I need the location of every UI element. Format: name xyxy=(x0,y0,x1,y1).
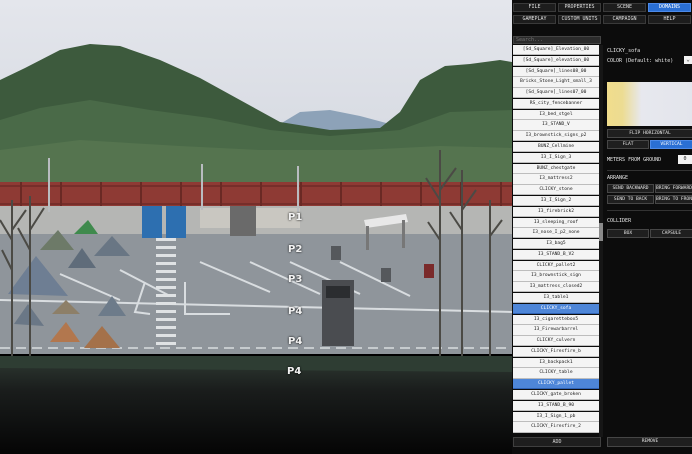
list-item[interactable]: [Sd_Square]_elevation_00 xyxy=(513,55,599,66)
scene-viewport[interactable]: P1 P2 P3 P4 P4 P4 xyxy=(0,0,512,454)
menu-scene-button[interactable]: SCENE xyxy=(603,3,646,12)
list-item[interactable]: I3_cigarettebox5 xyxy=(513,314,599,325)
menu-help-button[interactable]: HELP xyxy=(648,15,691,24)
level-editor: P1 P2 P3 P4 P4 P4 FILE PROPERTIES SCENE … xyxy=(0,0,692,454)
flat-button[interactable]: FLAT xyxy=(607,140,649,149)
porta-potty xyxy=(142,206,162,238)
parking-label-p3: P3 xyxy=(288,274,303,285)
porta-potty xyxy=(166,206,186,238)
add-button[interactable]: ADD xyxy=(513,437,601,447)
parking-label-p4: P4 xyxy=(287,366,302,377)
list-item[interactable]: I3_I_Sign_2 xyxy=(513,195,599,207)
parking-label-p4: P4 xyxy=(288,336,303,347)
search-input[interactable] xyxy=(513,36,601,44)
parking-lot xyxy=(0,234,512,354)
list-item[interactable]: I3_brownstick_signs_p2 xyxy=(513,131,599,142)
list-item[interactable]: CLICKY_Firesfire_2 xyxy=(513,422,599,433)
menu-properties-button[interactable]: PROPERTIES xyxy=(558,3,601,12)
barrel xyxy=(331,246,341,260)
list-item[interactable]: [Sd_Square]_lines08_00 xyxy=(513,66,599,77)
list-item[interactable]: CLICKY_stone xyxy=(513,185,599,196)
color-dropdown-button[interactable]: ⌄ xyxy=(684,56,692,64)
menu-row-2: GAMEPLAY CUSTOM UNITS CAMPAIGN HELP xyxy=(512,14,692,25)
list-item[interactable]: [Sd_Square]_lines07_00 xyxy=(513,88,599,99)
collider-label: COLLIDER xyxy=(607,218,632,224)
list-item[interactable]: CLICKY_pallet xyxy=(513,379,599,390)
barrel xyxy=(424,264,434,278)
menu-file-button[interactable]: FILE xyxy=(513,3,556,12)
parking-label-p4: P4 xyxy=(288,306,303,317)
barrel xyxy=(381,268,391,282)
gate xyxy=(230,206,256,236)
object-name-label: CLICKY_sofa xyxy=(607,48,641,54)
menu-gameplay-button[interactable]: GAMEPLAY xyxy=(513,15,556,24)
list-item[interactable]: CLICKY_culvern xyxy=(513,336,599,347)
parking-label-p1: P1 xyxy=(288,212,303,223)
divider xyxy=(607,210,692,211)
list-item[interactable]: I3_bag5 xyxy=(513,239,599,250)
editor-panel: FILE PROPERTIES SCENE DOMAINS GAMEPLAY C… xyxy=(512,0,692,454)
list-item[interactable]: BUNZ_chestgate xyxy=(513,163,599,174)
vertical-button[interactable]: VERTICAL xyxy=(650,140,692,149)
chevron-down-icon: ⌄ xyxy=(686,56,690,63)
list-item[interactable]: CLICKY_Firesfire_b xyxy=(513,346,599,358)
parking-label-p2: P2 xyxy=(288,244,303,255)
meters-input[interactable]: 0 xyxy=(678,155,692,164)
color-preview[interactable] xyxy=(607,82,692,126)
bring-to-front-button[interactable]: BRING TO FRONT xyxy=(655,195,692,204)
remove-button[interactable]: REMOVE xyxy=(607,437,692,447)
bring-forward-button[interactable]: BRING FORWARD xyxy=(655,184,692,193)
arrange-label: ARRANGE xyxy=(607,175,629,181)
list-item[interactable]: I3_STAND_B_90 xyxy=(513,400,599,411)
color-label: COLOR (Default: white) xyxy=(607,58,674,64)
flip-horizontal-button[interactable]: FLIP HORIZONTAL xyxy=(607,129,692,138)
list-item[interactable]: I3_STAND_B_V2 xyxy=(513,249,599,261)
list-item[interactable]: I3_I_Sign_1_pb xyxy=(513,411,599,422)
list-item[interactable]: I3_bed_stgel xyxy=(513,109,599,120)
list-item[interactable]: I3_I_Sign_3 xyxy=(513,152,599,163)
list-item[interactable]: [Sd_Square]_Elevation_00 xyxy=(513,45,599,56)
list-item[interactable]: I3_firebrick2 xyxy=(513,206,599,217)
list-item[interactable]: Bricks_Stone_Light_small_3 xyxy=(513,77,599,88)
list-item[interactable]: BUNZ_Cellmine xyxy=(513,142,599,153)
list-item[interactable]: I3_STAND_V xyxy=(513,120,599,131)
list-item[interactable]: CLICKY_table xyxy=(513,368,599,379)
list-item[interactable]: I3_table1 xyxy=(513,292,599,304)
menu-campaign-button[interactable]: CAMPAIGN xyxy=(603,15,646,24)
divider xyxy=(607,170,692,171)
list-item[interactable]: I3_backpack1 xyxy=(513,357,599,368)
send-backward-button[interactable]: SEND BACKWARD xyxy=(607,184,654,193)
list-item[interactable]: I3_mattress2 xyxy=(513,174,599,185)
list-item[interactable]: I3_mattress_closed2 xyxy=(513,282,599,293)
menu-domains-button[interactable]: DOMAINS xyxy=(648,3,691,12)
list-item[interactable]: RS_city_fencebanner xyxy=(513,98,599,110)
list-item[interactable]: CLICKY_pallet2 xyxy=(513,260,599,271)
menu-row-1: FILE PROPERTIES SCENE DOMAINS xyxy=(512,2,692,13)
list-item[interactable]: CLICKY_sofa xyxy=(513,303,599,314)
send-to-back-button[interactable]: SEND TO BACK xyxy=(607,195,654,204)
list-item[interactable]: CLICKY_gate_broken xyxy=(513,390,599,401)
menu-custom-units-button[interactable]: CUSTOM UNITS xyxy=(558,15,601,24)
scene-artwork xyxy=(0,0,512,454)
object-list[interactable]: [Sd_Square]_Elevation_00 [Sd_Square]_elev… xyxy=(513,45,599,435)
meters-label: METERS FROM GROUND xyxy=(607,157,662,163)
scrollbar-thumb[interactable] xyxy=(599,223,603,241)
collider-box-button[interactable]: BOX xyxy=(607,229,649,238)
list-item[interactable]: I3_nose_I_p2_none xyxy=(513,228,599,239)
collider-capsule-button[interactable]: CAPSULE xyxy=(650,229,692,238)
list-item[interactable]: I3_brownstick_sign xyxy=(513,271,599,282)
list-item[interactable]: I3_Firewarbarrel xyxy=(513,325,599,336)
list-item[interactable]: I3_sleeping_roof xyxy=(513,217,599,228)
object-list-scrollbar[interactable] xyxy=(599,45,603,437)
